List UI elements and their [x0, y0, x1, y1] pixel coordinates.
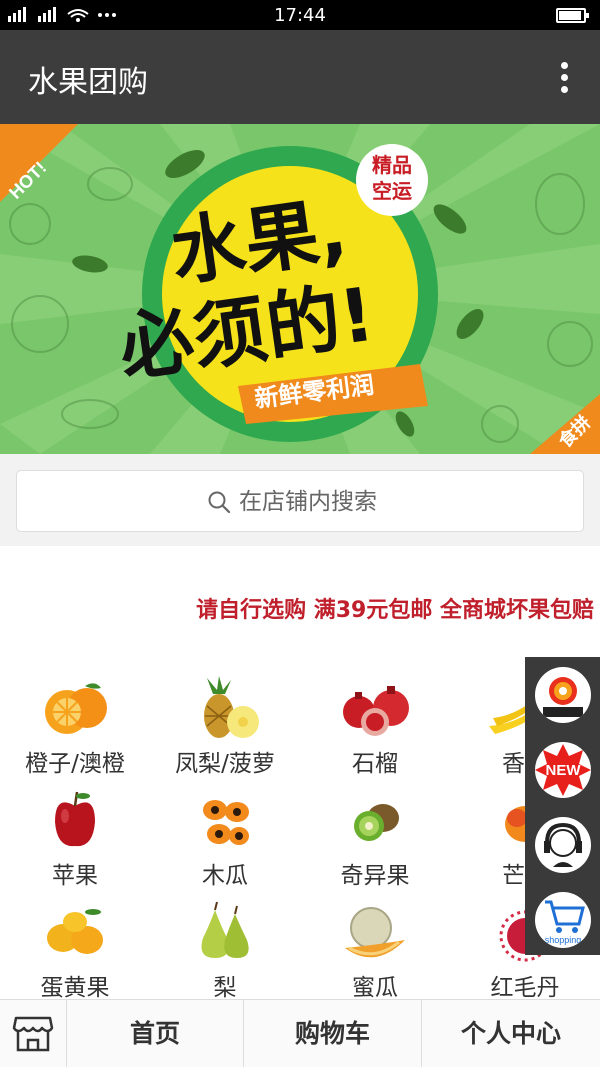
store-button[interactable] [0, 1000, 67, 1067]
category-item-orange[interactable]: 橙子/澳橙 [0, 676, 150, 786]
pineapple-icon [204, 676, 259, 738]
kiwi-icon [354, 804, 399, 841]
brand-logo-icon[interactable] [535, 667, 591, 723]
svg-text:NEW: NEW [546, 762, 582, 779]
support-agent-icon[interactable] [535, 817, 591, 873]
floating-shortcuts: NEW shopping [525, 657, 600, 955]
page-title: 水果团购 [28, 65, 148, 100]
search-input[interactable] [239, 485, 539, 519]
category-item-pear[interactable]: 梨 [150, 900, 300, 999]
papaya-icon [203, 800, 249, 845]
main-content: 请自行选购 满39元包邮 全商城坏果包赔 橙子/澳橙 凤梨/菠萝 石榴 苹果 木… [0, 546, 600, 999]
pomegranate-icon [343, 686, 409, 736]
category-label: 奇异果 [340, 863, 410, 889]
category-item-papaya[interactable]: 木瓜 [150, 788, 300, 898]
tab-profile[interactable]: 个人中心 [422, 1000, 600, 1067]
category-item-pineapple[interactable]: 凤梨/菠萝 [150, 676, 300, 786]
search-box[interactable] [16, 470, 584, 532]
shipping-notice: 请自行选购 满39元包邮 全商城坏果包赔 [196, 598, 594, 623]
tab-cart[interactable]: 购物车 [244, 1000, 422, 1067]
status-bar: 17:44 [0, 0, 600, 30]
category-label: 蜜瓜 [352, 975, 398, 999]
battery-level [559, 11, 581, 20]
search-icon [208, 491, 231, 514]
store-icon [12, 1016, 54, 1052]
category-label: 橙子/澳橙 [25, 751, 125, 777]
banner-badge: 精品 空运 [372, 153, 412, 203]
clock: 17:44 [274, 5, 326, 26]
category-label: 石榴 [352, 751, 398, 777]
category-item-apple[interactable]: 苹果 [0, 788, 150, 898]
search-section [0, 454, 600, 546]
new-badge-icon[interactable]: NEW [535, 742, 591, 798]
category-label: 苹果 [52, 863, 98, 889]
category-label: 蛋黄果 [40, 975, 110, 999]
orange-icon [45, 683, 107, 734]
category-item-melon[interactable]: 蜜瓜 [300, 900, 450, 999]
canistel-icon [47, 909, 103, 954]
category-label: 梨 [213, 975, 237, 999]
category-item-kiwi[interactable]: 奇异果 [300, 788, 450, 898]
pear-icon [201, 901, 249, 958]
category-item-canistel[interactable]: 蛋黄果 [0, 900, 150, 999]
app-bar: 水果团购 [0, 30, 600, 124]
more-vertical-icon[interactable] [550, 60, 580, 96]
melon-icon [345, 907, 405, 958]
category-label: 木瓜 [202, 863, 248, 889]
tab-home[interactable]: 首页 [67, 1000, 244, 1067]
category-item-pomegranate[interactable]: 石榴 [300, 676, 450, 786]
battery-icon [556, 8, 589, 23]
shopping-cart-icon[interactable]: shopping [535, 892, 591, 948]
category-label: 凤梨/菠萝 [175, 751, 275, 777]
bottom-nav: 首页 购物车 个人中心 [0, 999, 600, 1067]
promo-banner[interactable]: 水果, 必须的! 精品 空运 新鲜零利润 HOT! 食拼 [0, 124, 600, 454]
apple-icon [55, 791, 95, 847]
category-label: 红毛丹 [490, 975, 560, 999]
svg-text:shopping: shopping [545, 935, 582, 945]
